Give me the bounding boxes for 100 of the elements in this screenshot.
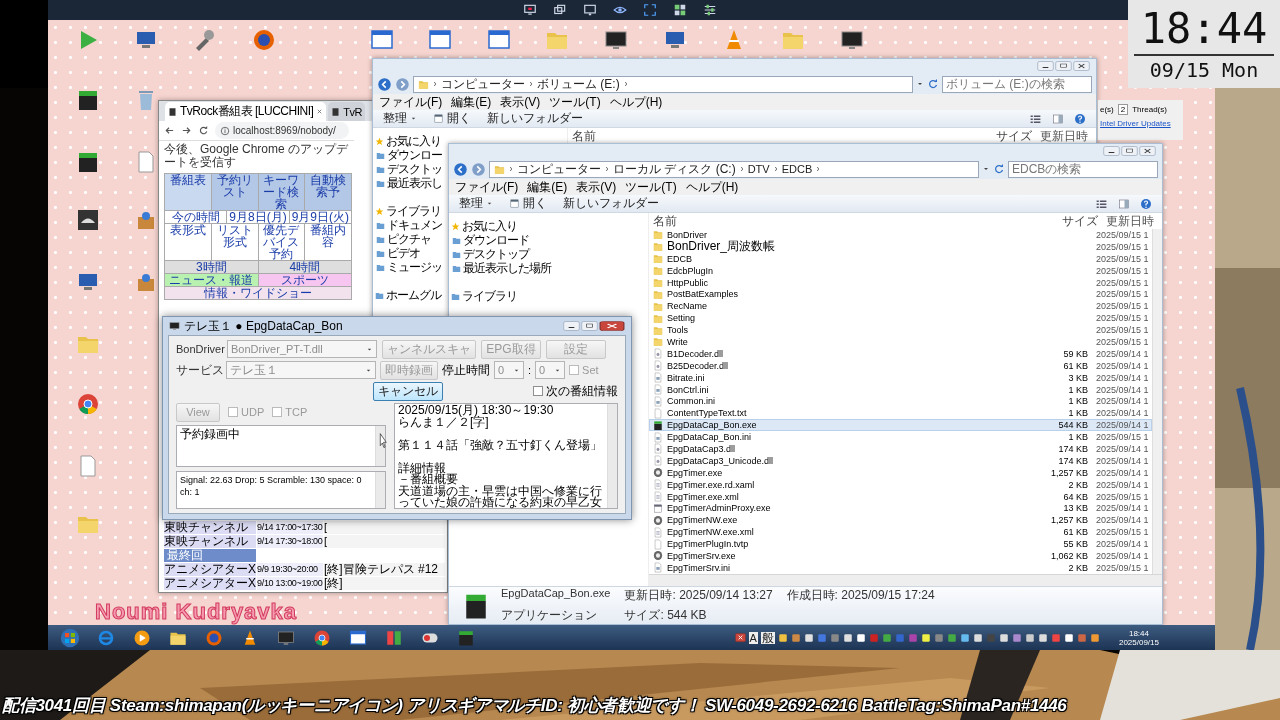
clapperboard-icon[interactable] xyxy=(76,150,100,174)
monitor-icon[interactable] xyxy=(840,28,864,52)
back-icon[interactable] xyxy=(453,161,468,177)
clapperboard-icon[interactable] xyxy=(76,88,100,112)
file-row[interactable]: EpgTimerSrv.exe 1,062 KB 2025/09/14 1 xyxy=(649,550,1152,562)
file-row[interactable]: EpgTimerSrv.ini 2 KB 2025/09/15 1 xyxy=(649,561,1152,574)
tray-icon[interactable] xyxy=(803,632,814,643)
column-header[interactable]: サイズ xyxy=(974,128,1036,145)
search-field[interactable]: EDCBの検索 xyxy=(1008,160,1158,178)
checkbox[interactable]: 次の番組情報 xyxy=(533,382,618,400)
menu-item[interactable]: ヘルプ(H) xyxy=(685,178,739,196)
file-row[interactable]: BonDriver 2025/09/15 1 xyxy=(649,229,1152,241)
file-row[interactable]: Write 2025/09/15 1 xyxy=(649,336,1152,348)
driver-update-link[interactable]: Intel Driver Updates xyxy=(1100,119,1181,128)
file-row[interactable]: HttpPublic 2025/09/15 1 xyxy=(649,276,1152,289)
nav-item[interactable]: ライブラリ xyxy=(375,204,441,218)
maximize-icon[interactable] xyxy=(1055,60,1072,72)
menu-item[interactable]: ヘルプ(H) xyxy=(609,93,663,111)
tray-icon[interactable] xyxy=(1037,632,1048,643)
nav-item[interactable]: デスクトップ xyxy=(452,247,529,261)
minimize-icon[interactable] xyxy=(1103,145,1120,157)
close-icon[interactable] xyxy=(599,320,625,332)
schedule-link[interactable]: キーワード検索 xyxy=(258,174,305,210)
browser-icon[interactable] xyxy=(313,628,331,647)
toolbar-button[interactable]: 開く xyxy=(509,195,547,212)
caret-icon[interactable] xyxy=(982,165,990,173)
tray-icon[interactable] xyxy=(777,632,788,643)
schedule-link[interactable]: 4時間 xyxy=(258,261,351,273)
nav-item[interactable]: ドキュメン xyxy=(376,218,442,232)
app-icon[interactable] xyxy=(385,628,403,647)
tray-icon[interactable] xyxy=(1089,632,1100,643)
file-row[interactable]: B1Decoder.dll 59 KB 2025/09/14 1 xyxy=(649,347,1152,360)
window-icon[interactable] xyxy=(428,28,452,52)
breadcrumb[interactable]: ローカル ディスク (C:) xyxy=(613,160,736,178)
menu-item[interactable]: ファイル(F) xyxy=(455,178,519,196)
nav-item[interactable]: 最近表示した場所 xyxy=(452,261,551,275)
ime-indicator[interactable]: A xyxy=(748,631,758,644)
tray-icon[interactable] xyxy=(842,632,853,643)
file-row[interactable]: Common.ini 1 KB 2025/09/14 1 xyxy=(649,395,1152,408)
schedule-link[interactable]: 9月9日(火) xyxy=(289,211,351,223)
schedule-link[interactable]: スポーツ xyxy=(258,274,351,286)
address-bar[interactable]: localhost:8969/nobody/ xyxy=(215,122,349,139)
menu-item[interactable]: 編集(E) xyxy=(451,93,492,111)
schedule-link[interactable]: 自動検索予 xyxy=(305,174,351,210)
help-icon[interactable] xyxy=(1074,112,1086,125)
schedule-link[interactable]: ニュース・報道 xyxy=(165,274,258,286)
menu-item[interactable]: 表示(V) xyxy=(576,178,617,196)
file-row[interactable]: B25Decoder.dll 61 KB 2025/09/14 1 xyxy=(649,359,1152,372)
play-icon[interactable] xyxy=(133,628,151,647)
toolbar-button[interactable]: 新しいフォルダー xyxy=(563,195,659,212)
tray-icon[interactable] xyxy=(972,632,983,643)
schedule-link[interactable]: 3時間 xyxy=(165,261,258,273)
column-header[interactable]: サイズ xyxy=(1040,213,1102,230)
file-row[interactable]: EDCB 2025/09/15 1 xyxy=(649,252,1152,265)
file-row[interactable]: EpgTimerPlugIn.tvtp 55 KB 2025/09/14 1 xyxy=(649,538,1152,551)
back-icon[interactable] xyxy=(164,125,175,136)
minimize-icon[interactable] xyxy=(563,320,580,332)
help-icon[interactable] xyxy=(1140,197,1152,210)
nav-item[interactable]: ビデオ xyxy=(376,246,420,260)
monitor-icon[interactable] xyxy=(523,3,537,17)
toolbar-button[interactable]: 整理 xyxy=(383,110,417,127)
browser-tab[interactable]: TvR xyxy=(328,102,365,121)
toolbar-button[interactable]: 開く xyxy=(433,110,471,127)
menu-item[interactable]: 表示(V) xyxy=(500,93,541,111)
start-icon[interactable] xyxy=(60,627,80,648)
refresh-icon[interactable] xyxy=(927,78,939,90)
cancel-button[interactable]: キャンセル xyxy=(373,381,443,401)
schedule-link[interactable]: 今の時間 xyxy=(165,211,227,223)
file-row[interactable]: Setting 2025/09/15 1 xyxy=(649,312,1152,325)
window-icon[interactable] xyxy=(370,28,394,52)
browser-icon[interactable] xyxy=(252,28,276,52)
refresh-icon[interactable] xyxy=(993,163,1005,175)
nav-item[interactable]: ライブラリ xyxy=(451,289,517,303)
tray-icon[interactable] xyxy=(1024,632,1035,643)
expand-icon[interactable] xyxy=(643,3,657,17)
menu-item[interactable]: ツール(T) xyxy=(549,93,601,111)
close-icon[interactable] xyxy=(1139,145,1156,157)
file-row[interactable]: EpgDataCap_Bon.exe 544 KB 2025/09/14 1 xyxy=(649,419,1152,432)
maximize-icon[interactable] xyxy=(1121,145,1138,157)
window-icon[interactable] xyxy=(487,28,511,52)
schedule-link[interactable]: 番組内容 xyxy=(305,224,351,260)
file-row[interactable]: EpgDataCap3_Unicode.dll 174 KB 2025/09/14 1 xyxy=(649,454,1152,467)
nav-item[interactable]: 最近表示し xyxy=(376,176,442,190)
file-row[interactable]: EpgTimer.exe.xml 64 KB 2025/09/15 1 xyxy=(649,490,1152,503)
tray-icon[interactable] xyxy=(855,632,866,643)
ime-indicator[interactable]: 般 xyxy=(760,631,775,644)
toolbar-button[interactable]: 整理 xyxy=(459,195,493,212)
menu-item[interactable]: 編集(E) xyxy=(527,178,568,196)
monitor-icon[interactable] xyxy=(604,28,628,52)
column-header[interactable]: 名前 xyxy=(572,128,974,145)
file-row[interactable]: EpgDataCap3.dll 174 KB 2025/09/14 1 xyxy=(649,443,1152,455)
breadcrumb[interactable]: コンピューター xyxy=(441,75,525,93)
menu-item[interactable]: ファイル(F) xyxy=(379,93,443,111)
toolbar-button[interactable]: 新しいフォルダー xyxy=(487,110,583,127)
nav-item[interactable]: ダウンロー xyxy=(376,148,442,162)
file-row[interactable]: RecName 2025/09/15 1 xyxy=(649,300,1152,313)
column-header[interactable]: 更新日時 xyxy=(1036,128,1096,145)
breadcrumb[interactable]: EDCB xyxy=(781,163,813,175)
schedule-link[interactable]: 予約リスト xyxy=(211,174,258,210)
file-row[interactable]: ContentTypeText.txt 1 KB 2025/09/14 1 xyxy=(649,407,1152,420)
